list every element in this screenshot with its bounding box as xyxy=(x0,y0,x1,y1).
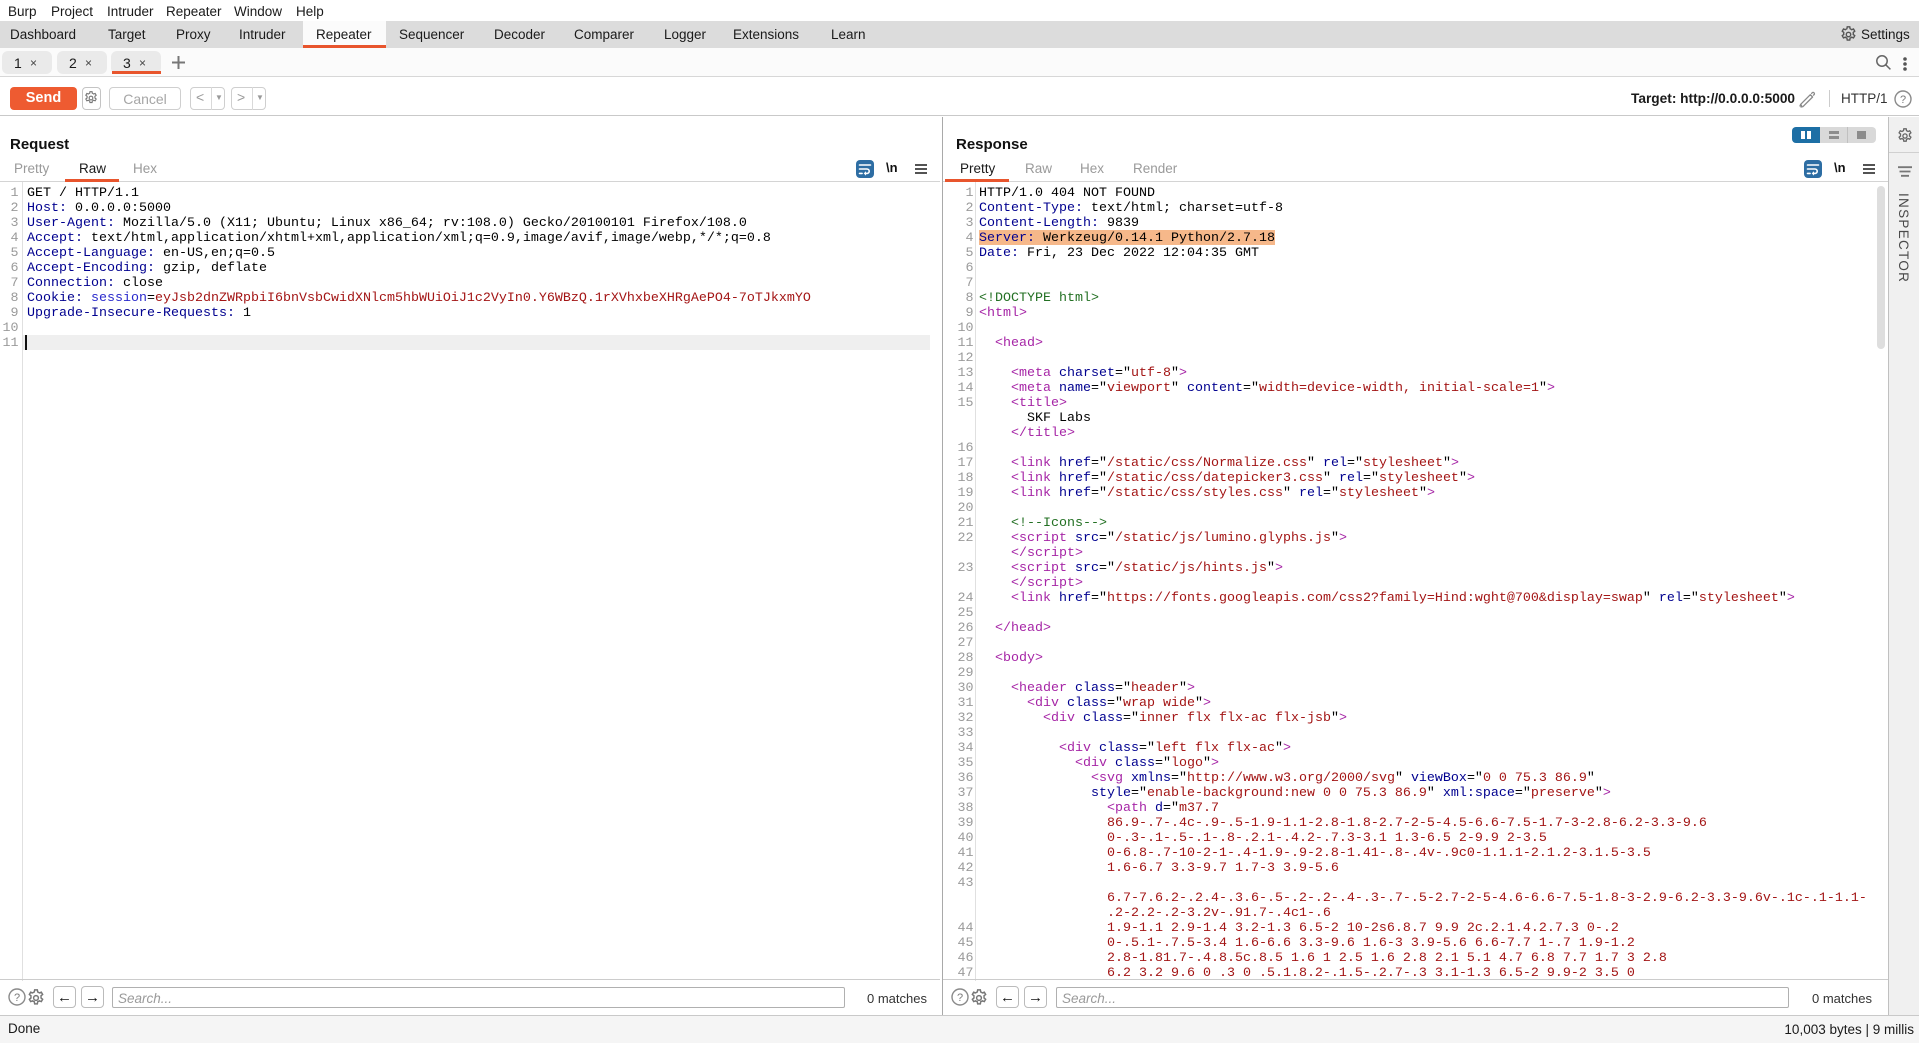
svg-text:?: ? xyxy=(957,992,963,1004)
svg-text:?: ? xyxy=(1900,94,1906,106)
svg-text:?: ? xyxy=(14,992,20,1004)
